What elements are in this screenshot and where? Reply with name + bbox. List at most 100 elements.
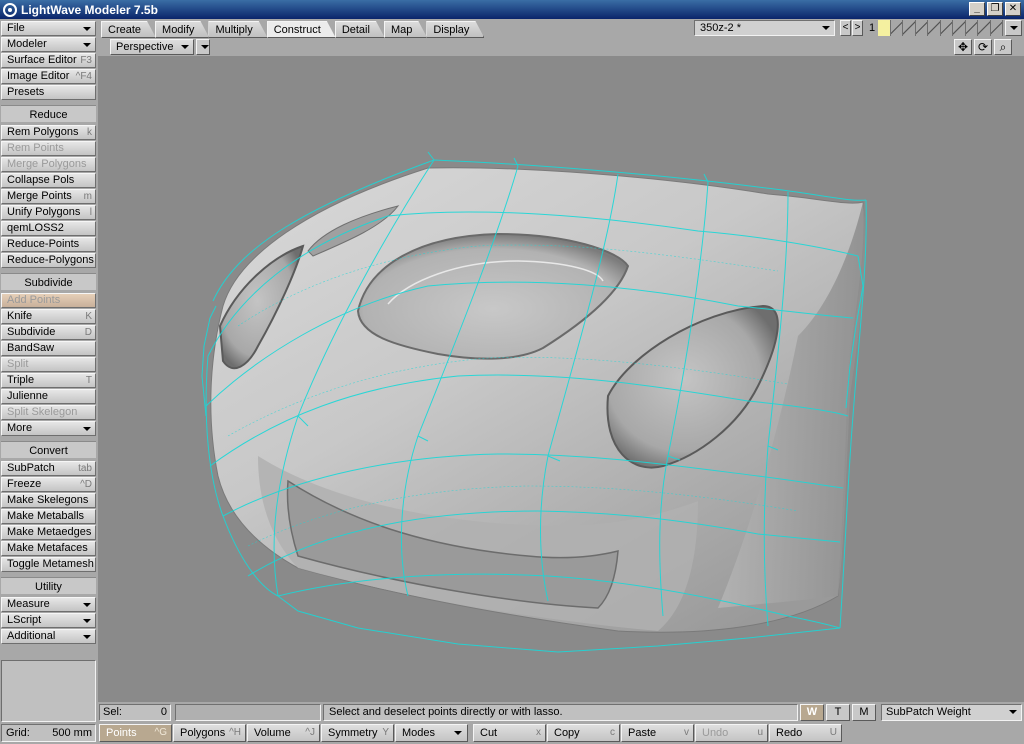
layer-menu-button[interactable] — [1005, 20, 1022, 36]
subdivide-header: Subdivide — [1, 273, 96, 290]
points-mode-button[interactable]: Points ^G — [99, 724, 172, 742]
selection-count: Sel: 0 — [99, 704, 171, 721]
next-layer-button[interactable]: > — [852, 20, 863, 36]
symmetry-button[interactable]: Symmetry Y — [321, 724, 394, 742]
render-style-button[interactable] — [196, 39, 210, 55]
tab-map[interactable]: Map — [384, 21, 427, 38]
additional-menu[interactable]: Additional — [1, 629, 96, 644]
tab-modify[interactable]: Modify — [155, 21, 209, 38]
unify-polygons-button[interactable]: Unify Polygons l — [1, 205, 96, 220]
layer-slot[interactable] — [915, 20, 928, 36]
more-menu[interactable]: More — [1, 421, 96, 436]
polygons-mode-button[interactable]: Polygons ^H — [173, 724, 246, 742]
reduce-points-button[interactable]: Reduce-Points — [1, 237, 96, 252]
viewport-tools: ✥ ⟳ ⌕ — [954, 39, 1012, 55]
subdivide-button[interactable]: Subdivide D — [1, 325, 96, 340]
chevron-down-icon — [83, 43, 91, 47]
chevron-down-icon — [822, 26, 830, 30]
split-skelegon-button[interactable]: Split Skelegon — [1, 405, 96, 420]
qemloss2-button[interactable]: qemLOSS2 — [1, 221, 96, 236]
merge-points-button[interactable]: Merge Points m — [1, 189, 96, 204]
morph-map-toggle[interactable]: M — [852, 704, 876, 721]
numeric-panel — [1, 660, 96, 722]
chevron-down-icon — [201, 45, 209, 49]
bandsaw-button[interactable]: BandSaw — [1, 341, 96, 356]
title-bar: LightWave Modeler 7.5b _ ❐ ✕ — [0, 0, 1024, 19]
status-bar: Sel: 0 Select and deselect points directl… — [97, 702, 1024, 723]
tab-display[interactable]: Display — [426, 21, 484, 38]
triple-button[interactable]: Triple T — [1, 373, 96, 388]
redo-button[interactable]: Redo U — [769, 724, 842, 742]
chevron-down-icon — [454, 731, 462, 735]
perspective-viewport[interactable] — [98, 56, 1024, 702]
make-metaballs-button[interactable]: Make Metaballs — [1, 509, 96, 524]
layer-slot[interactable] — [978, 20, 991, 36]
volume-mode-button[interactable]: Volume ^J — [247, 724, 320, 742]
lscript-menu[interactable]: LScript — [1, 613, 96, 628]
close-button[interactable]: ✕ — [1005, 2, 1021, 16]
window-controls: _ ❐ ✕ — [969, 2, 1021, 16]
knife-button[interactable]: Knife K — [1, 309, 96, 324]
make-skelegons-button[interactable]: Make Skelegons — [1, 493, 96, 508]
toggle-metamesh-button[interactable]: Toggle Metamesh — [1, 557, 96, 572]
julienne-button[interactable]: Julienne — [1, 389, 96, 404]
tab-construct[interactable]: Construct — [267, 21, 336, 38]
lightwave-logo-icon — [3, 2, 17, 17]
add-points-button[interactable]: Add Points — [1, 293, 96, 308]
restore-button[interactable]: ❐ — [987, 2, 1003, 16]
minimize-button[interactable]: _ — [969, 2, 985, 16]
freeze-button[interactable]: Freeze ^D — [1, 477, 96, 492]
car-hood-model — [201, 151, 867, 653]
rotate-view-icon[interactable]: ⟳ — [974, 39, 992, 55]
tab-detail[interactable]: Detail — [335, 21, 385, 38]
grid-size: Grid: 500 mm — [1, 724, 96, 742]
layer-slot[interactable] — [990, 20, 1003, 36]
subpatch-button[interactable]: SubPatch tab — [1, 461, 96, 476]
file-menu[interactable]: File — [1, 21, 96, 36]
left-toolbar: File Modeler Surface Editor F3 Image Edit… — [0, 19, 97, 724]
layer-slot[interactable] — [903, 20, 916, 36]
convert-header: Convert — [1, 441, 96, 458]
measure-menu[interactable]: Measure — [1, 597, 96, 612]
layer-slots — [878, 20, 1003, 36]
tab-multiply[interactable]: Multiply — [208, 21, 267, 38]
layer-slot[interactable] — [878, 20, 891, 36]
collapse-pols-button[interactable]: Collapse Pols — [1, 173, 96, 188]
merge-polygons-button[interactable]: Merge Polygons — [1, 157, 96, 172]
chevron-down-icon — [83, 635, 91, 639]
layer-slot[interactable] — [940, 20, 953, 36]
move-view-icon[interactable]: ✥ — [954, 39, 972, 55]
object-select[interactable]: 350z-2 * — [694, 20, 835, 36]
tab-create[interactable]: Create — [101, 21, 156, 38]
split-button[interactable]: Split — [1, 357, 96, 372]
info-field — [175, 704, 321, 721]
chevron-down-icon — [181, 45, 189, 49]
layer-slot[interactable] — [953, 20, 966, 36]
modes-menu[interactable]: Modes — [395, 724, 468, 742]
presets-button[interactable]: Presets — [1, 85, 96, 100]
modeler-menu[interactable]: Modeler — [1, 37, 96, 52]
undo-button[interactable]: Undo u — [695, 724, 768, 742]
rem-polygons-button[interactable]: Rem Polygons k — [1, 125, 96, 140]
paste-button[interactable]: Paste v — [621, 724, 694, 742]
layer-bank-number: 1 — [868, 22, 876, 34]
previous-layer-button[interactable]: < — [840, 20, 851, 36]
weight-map-toggle[interactable]: W — [800, 704, 824, 721]
texture-map-toggle[interactable]: T — [826, 704, 850, 721]
make-metaedges-button[interactable]: Make Metaedges — [1, 525, 96, 540]
layer-slot[interactable] — [965, 20, 978, 36]
image-editor-button[interactable]: Image Editor ^F4 — [1, 69, 96, 84]
zoom-view-icon[interactable]: ⌕ — [994, 39, 1012, 55]
layer-slot[interactable] — [890, 20, 903, 36]
reduce-polygons-button[interactable]: Reduce-Polygons — [1, 253, 96, 268]
surface-editor-button[interactable]: Surface Editor F3 — [1, 53, 96, 68]
make-metafaces-button[interactable]: Make Metafaces — [1, 541, 96, 556]
vertex-map-select[interactable]: SubPatch Weight — [881, 704, 1022, 721]
chevron-down-icon — [1009, 710, 1017, 714]
help-hint: Select and deselect points directly or w… — [323, 704, 798, 721]
rem-points-button[interactable]: Rem Points — [1, 141, 96, 156]
copy-button[interactable]: Copy c — [547, 724, 620, 742]
layer-slot[interactable] — [928, 20, 941, 36]
cut-button[interactable]: Cut x — [473, 724, 546, 742]
view-type-select[interactable]: Perspective — [110, 39, 194, 55]
